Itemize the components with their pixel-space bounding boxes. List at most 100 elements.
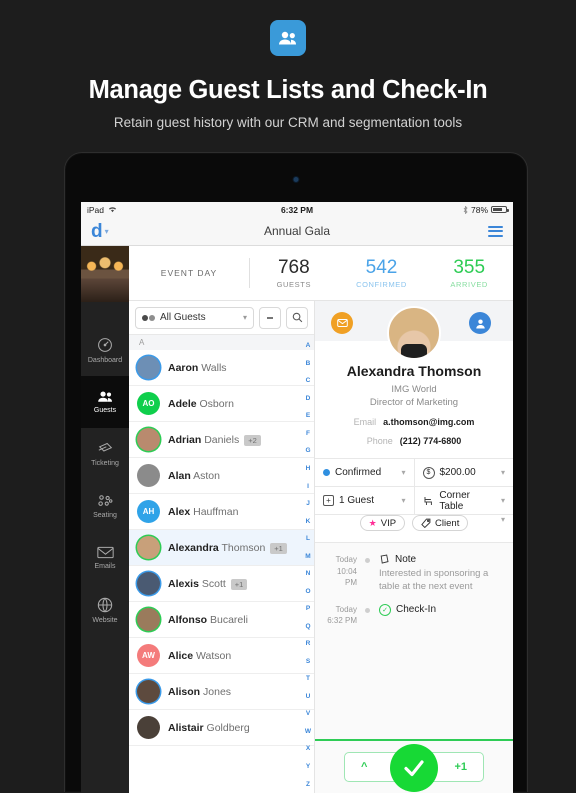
alpha-letter[interactable]: T [306, 675, 310, 682]
list-item[interactable]: Alexis Scott +1 [129, 566, 314, 602]
alpha-letter[interactable]: J [306, 500, 310, 507]
list-item[interactable]: Aaron Walls [129, 350, 314, 386]
plus-one-label[interactable]: +1 [454, 761, 467, 773]
guest-count-field[interactable]: + 1 Guest ▾ [315, 487, 414, 514]
stat-value: 355 [453, 257, 486, 278]
event-venue-photo[interactable] [81, 246, 129, 302]
alpha-letter[interactable]: H [306, 465, 311, 472]
alpha-letter[interactable]: I [307, 483, 309, 490]
timeline-title: Check-In [396, 604, 437, 616]
battery-icon [491, 206, 509, 213]
alpha-letter[interactable]: O [305, 588, 310, 595]
alpha-letter[interactable]: B [306, 360, 311, 367]
alphabet-index[interactable]: A B C D E F G H I J K L M N O P Q R S T … [303, 337, 313, 793]
list-item[interactable]: Alistair Goldberg [129, 710, 314, 746]
alpha-letter[interactable]: Y [306, 763, 310, 770]
status-badge-vip[interactable]: ★ VIP [359, 515, 406, 531]
tags-row: ★ VIP Client ▾ [315, 515, 513, 543]
alpha-letter[interactable]: C [306, 377, 311, 384]
alpha-letter[interactable]: X [306, 745, 310, 752]
list-item[interactable]: Alan Aston [129, 458, 314, 494]
alpha-letter[interactable]: Z [306, 781, 310, 788]
timeline-title-row: ✓ Check-In [379, 603, 437, 616]
list-item[interactable]: AW Alice Watson [129, 638, 314, 674]
guest-name: Aaron Walls [168, 361, 227, 374]
avatar [137, 536, 160, 559]
phone-value[interactable]: (212) 774-6800 [400, 436, 462, 446]
alpha-letter[interactable]: U [306, 693, 311, 700]
guest-name: Alex Hauffman [168, 505, 239, 518]
alpha-letter[interactable]: D [306, 395, 311, 402]
alpha-letter[interactable]: A [306, 342, 311, 349]
sidebar-item-guests[interactable]: Guests [81, 376, 129, 428]
field-row: Confirmed ▾ $ $200.00 ▾ [315, 459, 513, 487]
field-value: 1 Guest [339, 495, 375, 506]
chevron-up-icon[interactable]: ^ [361, 761, 367, 773]
more-vertical-icon[interactable] [259, 306, 281, 329]
list-item[interactable]: Alexandra Thomson +1 [129, 530, 314, 566]
alpha-letter[interactable]: F [306, 430, 310, 437]
list-item[interactable]: Alfonso Bucareli [129, 602, 314, 638]
sidebar-item-emails[interactable]: Emails [81, 532, 129, 584]
guest-name: Alison Jones [168, 685, 232, 698]
list-item[interactable]: AH Alex Hauffman [129, 494, 314, 530]
search-icon[interactable] [286, 306, 308, 329]
table-assignment-field[interactable]: Corner Table ▾ [413, 487, 514, 514]
stat-label: ARRIVED [450, 280, 488, 289]
speedometer-icon [98, 337, 112, 352]
avatar [137, 716, 160, 739]
envelope-icon[interactable] [331, 312, 353, 334]
alpha-letter[interactable]: S [306, 658, 310, 665]
alpha-letter[interactable]: M [305, 553, 310, 560]
chevron-down-icon[interactable]: ▾ [501, 515, 505, 524]
field-value: Corner Table [439, 489, 470, 512]
status-badge-client[interactable]: Client [412, 515, 469, 531]
timeline-item-checkin: Today 6:32 PM ✓ Check-In [315, 600, 513, 633]
sidebar-item-ticketing[interactable]: Ticketing [81, 428, 129, 480]
alpha-letter[interactable]: V [306, 710, 310, 717]
guest-name: Adele Osborn [168, 397, 234, 410]
chevron-down-icon: ▾ [242, 313, 247, 322]
email-value[interactable]: a.thomson@img.com [383, 417, 474, 427]
alpha-letter[interactable]: G [305, 447, 310, 454]
chevron-down-icon: ▾ [500, 468, 505, 477]
alpha-letter[interactable]: R [306, 640, 311, 647]
amount-paid-field[interactable]: $ $200.00 ▾ [413, 459, 514, 486]
hamburger-icon[interactable] [488, 223, 503, 239]
envelope-icon [96, 546, 114, 559]
checkin-action-bar: ^ +1 [315, 739, 513, 793]
timeline-title-row: Note [379, 554, 505, 565]
avatar [137, 356, 160, 379]
sidebar-item-website[interactable]: Website [81, 584, 129, 636]
promo-header: Manage Guest Lists and Check-In Retain g… [0, 0, 576, 130]
alpha-letter[interactable]: K [306, 518, 311, 525]
stat-value: 768 [277, 257, 310, 278]
check-in-button[interactable] [390, 744, 438, 792]
alpha-letter[interactable]: L [306, 535, 310, 542]
chevron-down-icon: ▾ [500, 496, 505, 505]
stat-value: 542 [365, 257, 398, 278]
filter-dots-icon [142, 314, 155, 321]
alpha-letter[interactable]: E [306, 412, 310, 419]
timeline-title: Note [395, 554, 417, 565]
guest-plus-badge: +2 [244, 434, 261, 446]
sidebar-item-dashboard[interactable]: Dashboard [81, 324, 129, 376]
sidebar-item-label: Website [92, 616, 118, 624]
rsvp-status-field[interactable]: Confirmed ▾ [315, 459, 414, 486]
list-item[interactable]: Alison Jones [129, 674, 314, 710]
avatar [387, 306, 441, 360]
person-icon[interactable] [469, 312, 491, 334]
alpha-letter[interactable]: P [306, 605, 310, 612]
guest-rows[interactable]: Aaron Walls AO Adele Osborn Adrian Danie… [129, 350, 314, 793]
list-item[interactable]: AO Adele Osborn [129, 386, 314, 422]
stat-confirmed: 542 CONFIRMED [338, 257, 426, 289]
list-item[interactable]: Adrian Daniels +2 [129, 422, 314, 458]
seating-icon [98, 494, 113, 506]
sidebar-item-label: Dashboard [87, 356, 123, 364]
guest-filter-dropdown[interactable]: All Guests ▾ [135, 306, 254, 329]
alpha-letter[interactable]: N [306, 570, 311, 577]
dollar-circle-icon: $ [422, 466, 435, 479]
sidebar-item-seating[interactable]: Seating [81, 480, 129, 532]
alpha-letter[interactable]: W [305, 728, 311, 735]
alpha-letter[interactable]: Q [305, 623, 310, 630]
